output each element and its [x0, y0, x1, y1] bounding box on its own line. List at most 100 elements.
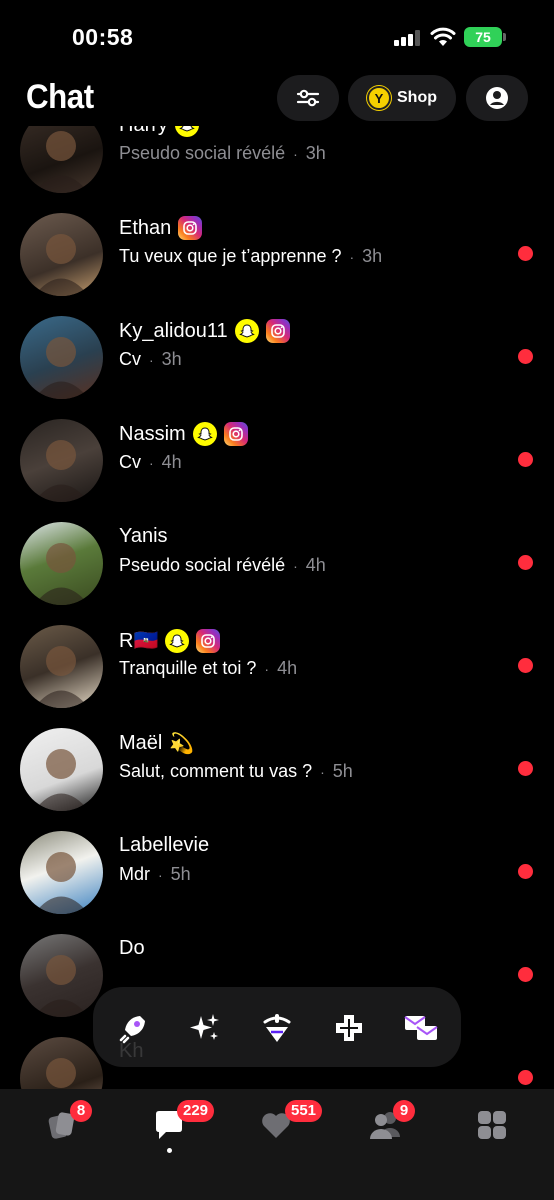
separator-dot: · — [149, 351, 154, 368]
tab-friends-badge: 9 — [393, 1100, 415, 1122]
spin-button[interactable] — [246, 997, 307, 1058]
chat-name-line: Maël 💫 — [119, 731, 194, 756]
separator-dot: · — [149, 454, 154, 471]
chat-time: 5h — [332, 761, 353, 781]
chat-name-line: Ethan — [119, 216, 203, 240]
boost-button[interactable] — [102, 997, 163, 1058]
unread-dot — [518, 1070, 533, 1085]
avatar[interactable] — [20, 213, 103, 296]
chat-preview-line: Pseudo social révélé · 3h — [119, 143, 326, 164]
separator-dot: · — [293, 145, 298, 162]
chat-preview: Mdr — [119, 864, 150, 884]
chat-row[interactable]: R🇭🇹 Tranquille et toi ? · 4h — [0, 625, 554, 728]
instagram-icon — [178, 216, 203, 240]
unread-dot — [518, 761, 533, 776]
chat-name: R🇭🇹 — [119, 630, 159, 652]
action-dock — [93, 987, 461, 1067]
instagram-icon — [223, 422, 248, 446]
sparkles-icon — [189, 1013, 219, 1040]
chat-time: 3h — [305, 143, 326, 163]
chat-preview-line: Tu veux que je t’apprenne ? · 3h — [119, 246, 382, 267]
profile-button[interactable] — [466, 75, 528, 121]
rocket-icon — [102, 997, 163, 1058]
messages-button[interactable] — [390, 997, 451, 1058]
tab-bar: 8 229 551 9 — [0, 1089, 554, 1200]
chat-preview: Tu veux que je t’apprenne ? — [119, 246, 342, 266]
chat-name: Do — [119, 937, 145, 959]
unread-dot — [518, 349, 533, 364]
active-tab-indicator — [167, 1148, 172, 1153]
avatar[interactable] — [20, 419, 103, 502]
puzzle-button[interactable] — [318, 997, 379, 1058]
chat-row[interactable]: Ethan Tu veux que je t’apprenne ? · 3h — [0, 213, 554, 316]
chat-preview-line: Cv · 3h — [119, 349, 182, 370]
shop-button[interactable]: Y Shop — [348, 75, 456, 121]
spinning-top-icon — [263, 1013, 290, 1042]
avatar[interactable] — [20, 522, 103, 605]
chat-name: Maël — [119, 732, 163, 754]
chat-row[interactable]: Harry Pseudo social révélé · 3h — [0, 126, 554, 213]
tab-cards-badge: 8 — [70, 1100, 92, 1122]
avatar[interactable] — [20, 316, 103, 399]
avatar[interactable] — [20, 1037, 103, 1089]
avatar[interactable] — [20, 625, 103, 708]
chat-preview: Cv — [119, 452, 141, 472]
chat-name-line: Nassim — [119, 422, 248, 446]
chat-row[interactable]: Ky_alidou11 Cv · 3h — [0, 316, 554, 419]
chat-name-line: Ky_alidou11 — [119, 319, 290, 343]
chat-preview: Cv — [119, 349, 141, 369]
chat-name: Harry — [119, 126, 168, 137]
separator-dot: · — [349, 248, 355, 265]
chat-time: 5h — [170, 864, 191, 884]
chat-preview: Salut, comment tu vas ? — [119, 761, 313, 781]
snapchat-icon — [234, 319, 259, 343]
separator-dot: · — [158, 866, 163, 883]
avatar[interactable] — [20, 934, 103, 1017]
grid-icon — [478, 1111, 506, 1139]
sparkles-button[interactable] — [174, 997, 235, 1058]
chat-row[interactable]: Labellevie Mdr · 5h — [0, 831, 554, 934]
status-time: 00:58 — [72, 24, 134, 50]
chat-name-line: Do — [119, 937, 145, 960]
chat-name: Labellevie — [119, 834, 210, 856]
unread-dot — [518, 555, 533, 570]
avatar[interactable] — [20, 126, 103, 193]
instagram-icon — [265, 319, 290, 343]
envelopes-icon — [403, 1015, 438, 1040]
chat-preview: Pseudo social révélé — [119, 555, 286, 575]
dizzy-icon: 💫 — [169, 733, 195, 755]
page-title: Chat — [26, 78, 94, 116]
separator-dot: · — [293, 557, 298, 574]
battery-level: 75 — [464, 27, 502, 47]
coin-icon: Y — [367, 86, 391, 110]
chat-name-line: Yanis — [119, 525, 168, 548]
separator-dot: · — [264, 660, 270, 677]
chat-row[interactable]: Yanis Pseudo social révélé · 4h — [0, 522, 554, 625]
tab-more[interactable] — [472, 1105, 512, 1145]
chat-name: Ky_alidou11 — [119, 319, 228, 342]
chat-preview-line: Tranquille et toi ? · 4h — [119, 658, 297, 679]
chat-name: Nassim — [119, 422, 186, 445]
chat-name: Yanis — [119, 525, 168, 547]
snapchat-icon — [192, 422, 217, 446]
chat-row[interactable]: Maël 💫 Salut, comment tu vas ? · 5h — [0, 728, 554, 831]
chat-list[interactable]: Harry Pseudo social révélé · 3h Ethan Tu veux… — [0, 126, 554, 1089]
tab-chat-badge: 229 — [177, 1100, 215, 1122]
instagram-icon — [196, 628, 221, 653]
avatar[interactable] — [20, 728, 103, 811]
cellular-signal-icon — [394, 30, 422, 46]
chat-preview: Pseudo social révélé — [119, 143, 286, 163]
chat-preview-line: Mdr · 5h — [119, 864, 191, 885]
unread-dot — [518, 452, 533, 467]
chat-time: 4h — [161, 452, 182, 472]
avatar[interactable] — [20, 831, 103, 914]
filter-button[interactable] — [277, 75, 339, 121]
shop-label: Shop — [397, 89, 437, 106]
unread-dot — [518, 246, 533, 261]
separator-dot: · — [320, 763, 325, 780]
unread-dot — [518, 864, 533, 879]
chat-name-line: R🇭🇹 — [119, 628, 221, 653]
chat-row[interactable]: Nassim Cv · 4h — [0, 419, 554, 522]
snapchat-icon — [174, 126, 199, 137]
chat-time: 4h — [277, 658, 298, 678]
